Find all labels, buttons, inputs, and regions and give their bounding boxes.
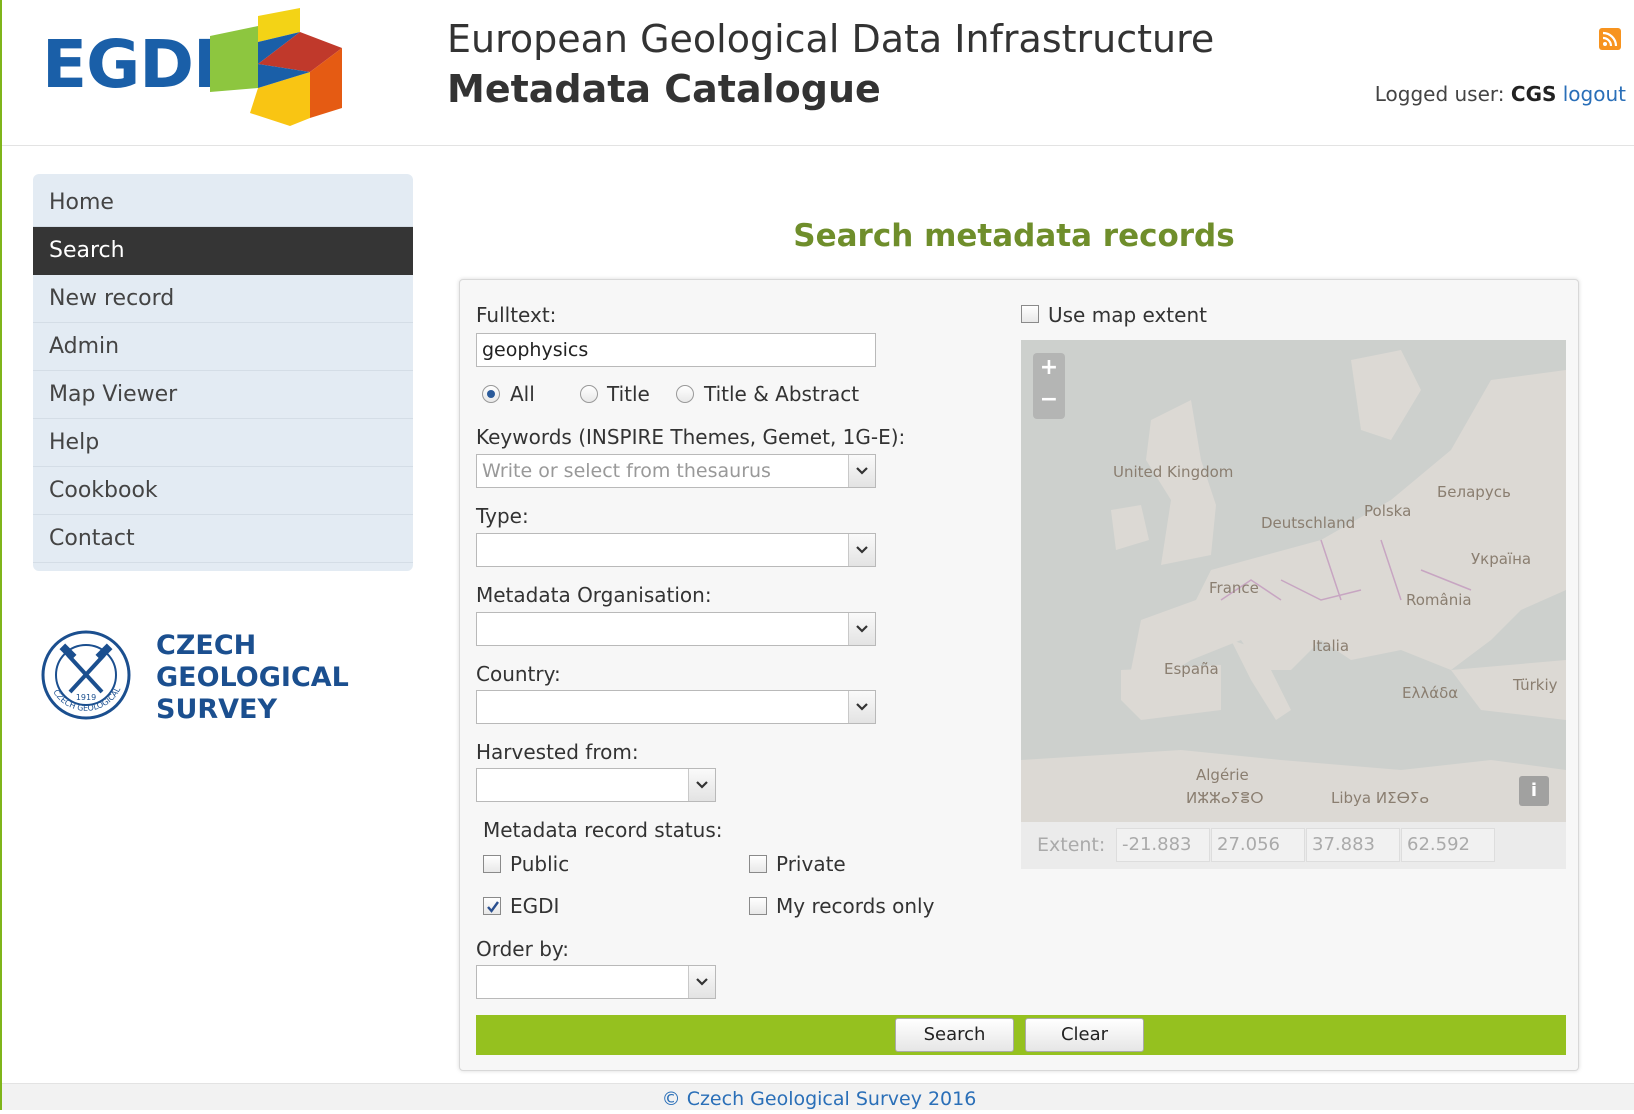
sidebar-item-cookbook[interactable]: Cookbook	[33, 467, 413, 515]
action-bar: Search Clear	[476, 1015, 1566, 1055]
scope-title-radio[interactable]	[580, 385, 598, 403]
check-icon	[487, 901, 499, 913]
use-map-extent-label: Use map extent	[1048, 303, 1207, 327]
logo-text: EGDI	[42, 26, 218, 103]
status-egdi-label: EGDI	[510, 894, 560, 918]
sidebar-item-map-viewer[interactable]: Map Viewer	[33, 371, 413, 419]
chevron-down-icon[interactable]	[848, 455, 875, 487]
svg-text:Беларусь: Беларусь	[1437, 483, 1511, 501]
clear-button[interactable]: Clear	[1025, 1018, 1144, 1052]
cgs-logo-text: CZECH GEOLOGICAL SURVEY	[156, 630, 349, 726]
footer-copyright[interactable]: © Czech Geological Survey 2016	[662, 1088, 977, 1110]
zoom-out-button[interactable]: −	[1033, 385, 1065, 417]
logged-label: Logged user:	[1374, 82, 1505, 106]
sidebar-item-admin[interactable]: Admin	[33, 323, 413, 371]
chevron-down-icon[interactable]	[848, 613, 875, 645]
fulltext-label: Fulltext:	[476, 303, 557, 327]
sidebar-nav: Home Search New record Admin Map Viewer …	[33, 174, 413, 571]
extent-maxy[interactable]: 62.592	[1401, 828, 1495, 862]
cgs-seal-icon: 1919 CZECH GEOLOGICAL SURVEY	[36, 630, 131, 720]
extent-label: Extent:	[1037, 834, 1106, 856]
svg-text:United Kingdom: United Kingdom	[1113, 463, 1233, 481]
country-select[interactable]	[476, 690, 876, 724]
svg-text:Polska: Polska	[1364, 502, 1411, 520]
extent-maxx[interactable]: 37.883	[1306, 828, 1400, 862]
status-egdi-checkbox[interactable]	[483, 897, 501, 915]
extent-miny[interactable]: 27.056	[1211, 828, 1305, 862]
map-info-button[interactable]: i	[1519, 776, 1549, 806]
cgs-line1: CZECH	[156, 630, 257, 661]
zoom-in-button[interactable]: +	[1033, 353, 1065, 385]
chevron-down-icon[interactable]	[848, 534, 875, 566]
chevron-down-icon[interactable]	[848, 691, 875, 723]
svg-text:France: France	[1209, 579, 1259, 597]
scope-title-abstract-label: Title & Abstract	[704, 382, 860, 406]
country-label: Country:	[476, 662, 561, 686]
header: EGDI European Geological Data Infrastruc…	[2, 0, 1634, 146]
footer: © Czech Geological Survey 2016	[2, 1083, 1634, 1110]
svg-text:Ελλάδα: Ελλάδα	[1402, 684, 1458, 702]
status-my-records-checkbox[interactable]	[749, 897, 767, 915]
status-public-label: Public	[510, 852, 570, 876]
svg-text:ⵍⵣⵣⴰⵢⴻⵔ: ⵍⵣⵣⴰⵢⴻⵔ	[1186, 789, 1264, 807]
svg-text:România: România	[1406, 591, 1472, 609]
status-private-label: Private	[776, 852, 846, 876]
map-base: United Kingdom Deutschland Polska Белару…	[1021, 340, 1566, 822]
fulltext-input[interactable]: geophysics	[476, 333, 876, 367]
order-select[interactable]	[476, 965, 716, 999]
site-title-line2: Metadata Catalogue	[447, 67, 881, 111]
scope-all-radio[interactable]	[482, 385, 500, 403]
sidebar-item-new-record[interactable]: New record	[33, 275, 413, 323]
harvested-label: Harvested from:	[476, 740, 639, 764]
svg-text:Algérie: Algérie	[1196, 766, 1249, 784]
search-button[interactable]: Search	[895, 1018, 1014, 1052]
svg-text:Libya ⵍⵉⴱⵢⴰ: Libya ⵍⵉⴱⵢⴰ	[1331, 789, 1429, 807]
svg-text:Türkiy: Türkiy	[1512, 676, 1558, 694]
harvested-select[interactable]	[476, 768, 716, 802]
order-label: Order by:	[476, 937, 570, 961]
username: CGS	[1510, 82, 1557, 106]
extent-bar: Extent: -21.883 27.056 37.883 62.592	[1021, 822, 1566, 869]
scope-title-abstract-radio[interactable]	[676, 385, 694, 403]
cgs-line3: SURVEY	[156, 694, 278, 725]
site-title: European Geological Data Infrastructure …	[447, 14, 1214, 114]
status-public-checkbox[interactable]	[483, 855, 501, 873]
keywords-placeholder: Write or select from thesaurus	[482, 460, 771, 482]
logout-link[interactable]: logout	[1563, 82, 1626, 106]
status-label: Metadata record status:	[483, 818, 723, 842]
org-label: Metadata Organisation:	[476, 583, 712, 607]
status-my-records-label: My records only	[776, 894, 935, 918]
egdi-logo[interactable]: EGDI	[42, 8, 362, 128]
svg-text:1919: 1919	[76, 693, 96, 702]
keywords-label: Keywords (INSPIRE Themes, Gemet, 1G-E):	[476, 425, 906, 449]
zoom-control: + −	[1033, 353, 1065, 419]
svg-text:Україна: Україна	[1471, 550, 1531, 568]
org-select[interactable]	[476, 612, 876, 646]
chevron-down-icon[interactable]	[688, 769, 715, 801]
cube-logo-icon	[210, 8, 342, 126]
map-view[interactable]: United Kingdom Deutschland Polska Белару…	[1021, 340, 1566, 822]
rss-icon[interactable]	[1599, 28, 1621, 50]
extent-minx[interactable]: -21.883	[1116, 828, 1210, 862]
scope-title-label: Title	[607, 382, 650, 406]
sidebar-item-help[interactable]: Help	[33, 419, 413, 467]
keywords-select[interactable]: Write or select from thesaurus	[476, 454, 876, 488]
type-select[interactable]	[476, 533, 876, 567]
cgs-line2: GEOLOGICAL	[156, 662, 349, 693]
type-label: Type:	[476, 504, 529, 528]
svg-text:España: España	[1164, 660, 1219, 678]
page-title: Search metadata records	[793, 218, 1235, 254]
sidebar-item-contact[interactable]: Contact	[33, 515, 413, 563]
site-title-line1: European Geological Data Infrastructure	[447, 17, 1215, 61]
logged-user: Logged user: CGS logout	[1375, 82, 1626, 106]
use-map-extent-checkbox[interactable]	[1021, 305, 1039, 323]
sidebar-item-search[interactable]: Search	[33, 227, 413, 275]
status-private-checkbox[interactable]	[749, 855, 767, 873]
svg-text:Italia: Italia	[1312, 637, 1349, 655]
scope-all-label: All	[510, 382, 535, 406]
svg-text:Deutschland: Deutschland	[1261, 514, 1355, 532]
czech-geological-survey-logo[interactable]: 1919 CZECH GEOLOGICAL SURVEY CZECH GEOLO…	[36, 630, 349, 730]
chevron-down-icon[interactable]	[688, 966, 715, 998]
sidebar-item-home[interactable]: Home	[33, 179, 413, 227]
